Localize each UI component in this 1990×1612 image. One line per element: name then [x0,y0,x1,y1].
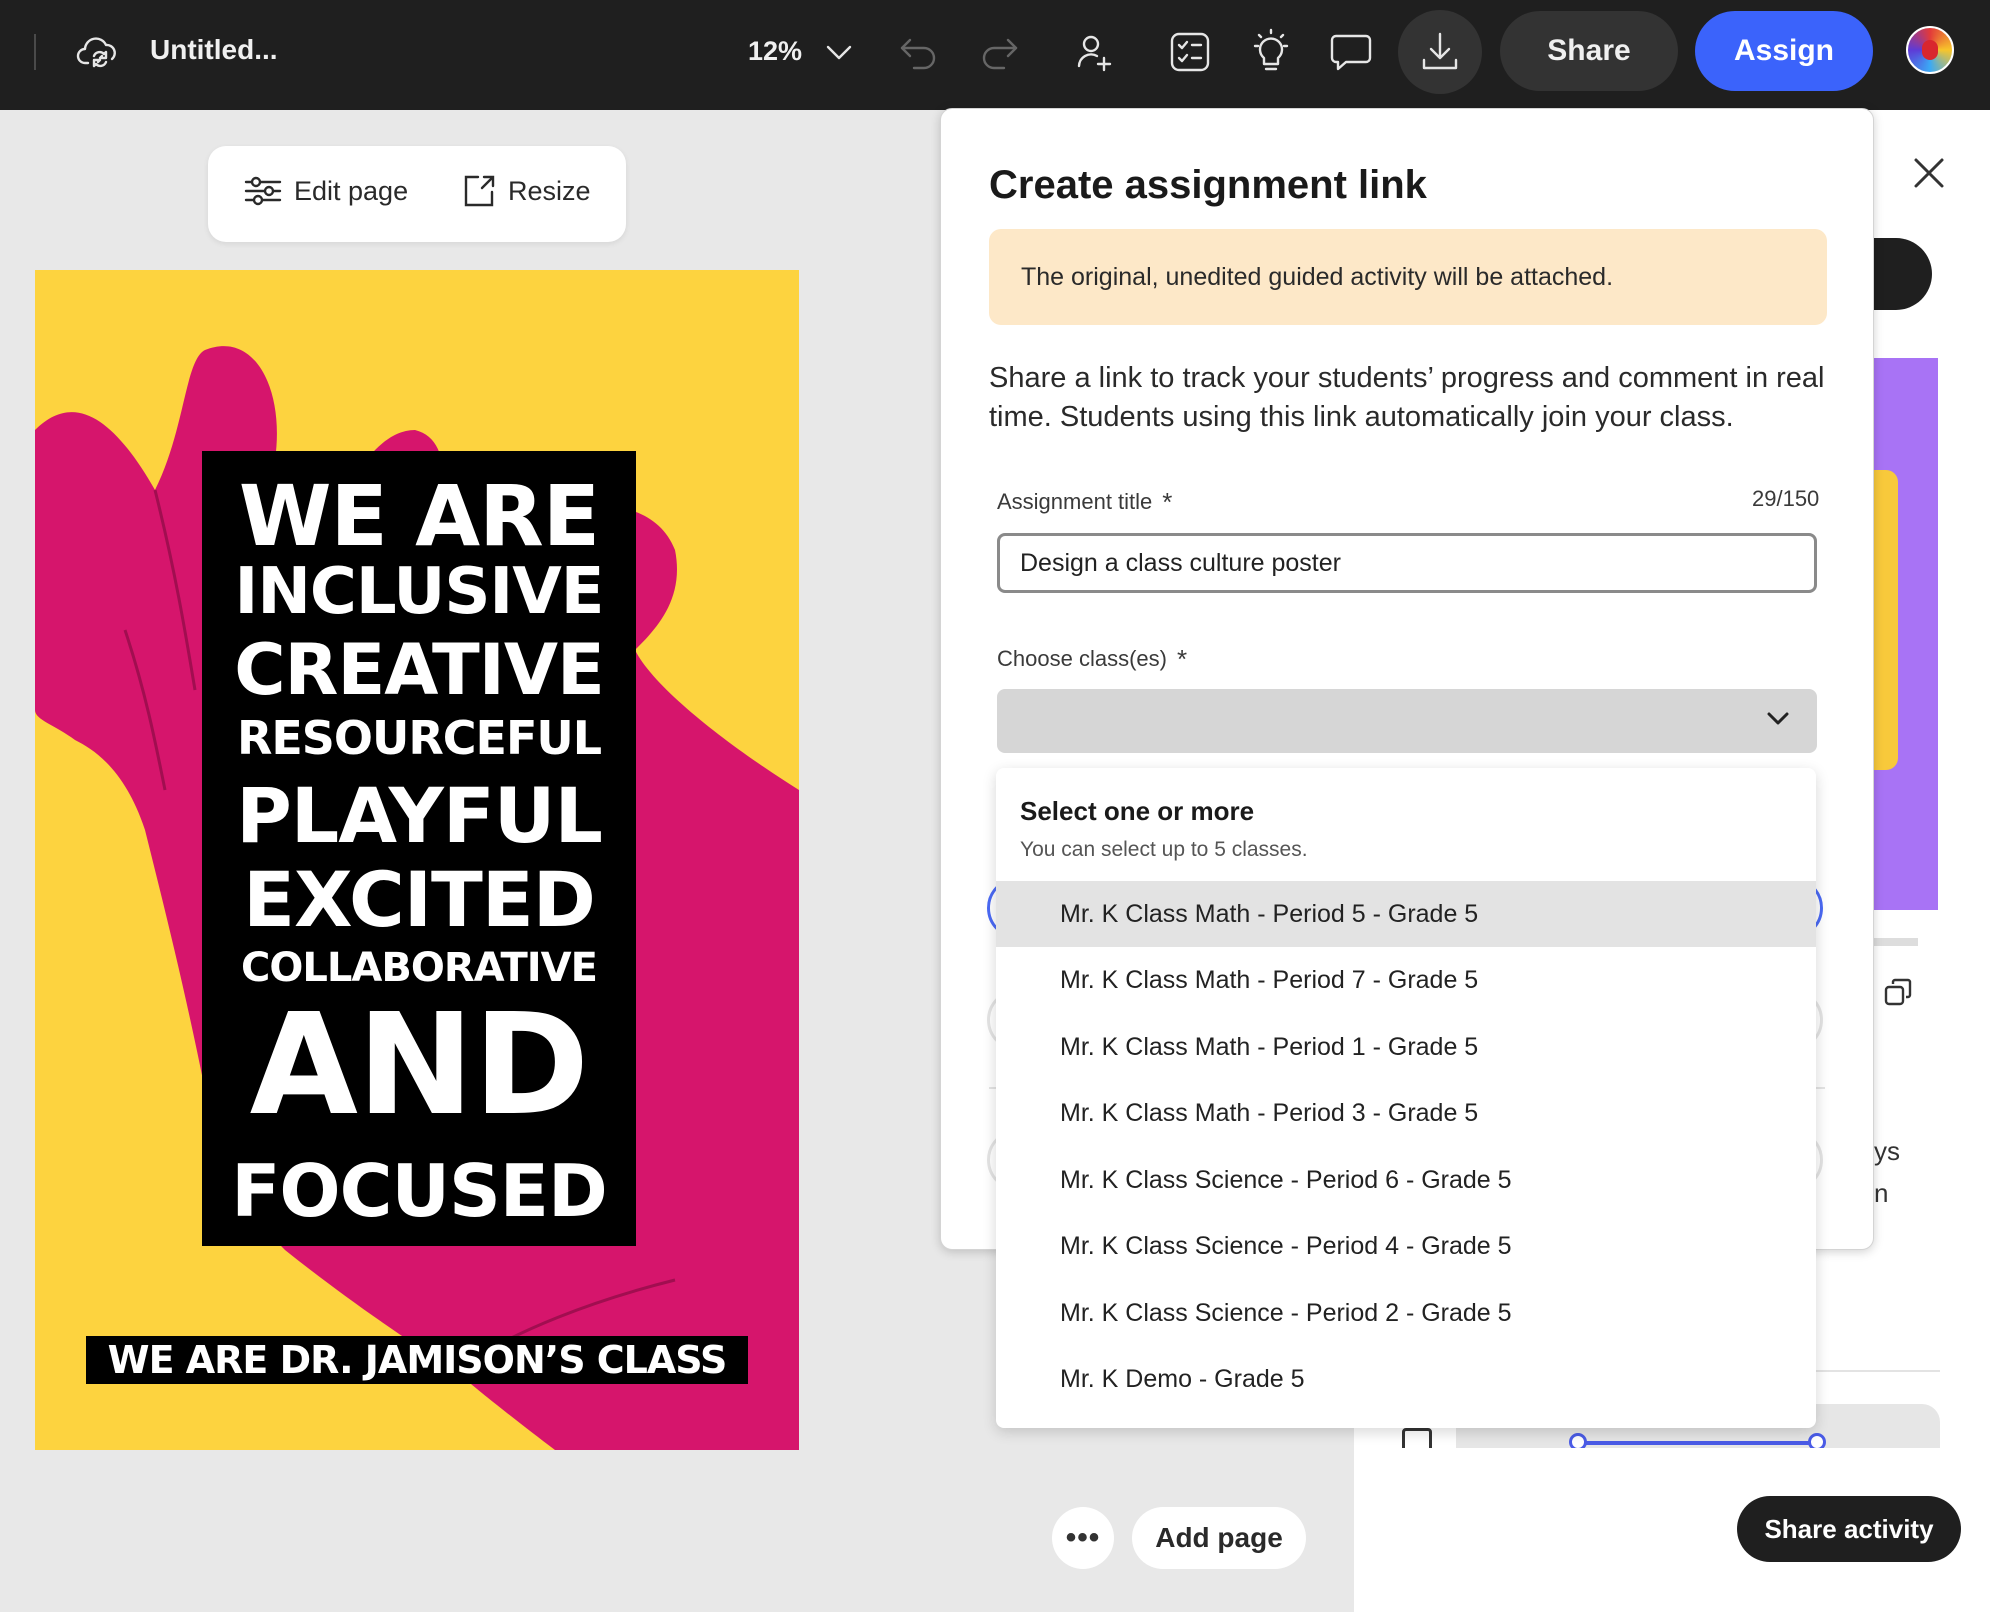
checklist-icon[interactable] [1168,30,1212,74]
required-mark: * [1162,487,1173,517]
undo-icon[interactable] [898,34,938,70]
notice-banner: The original, unedited guided activity w… [989,229,1827,325]
lightbulb-icon[interactable] [1250,28,1292,74]
assignment-title-value: Design a class culture poster [1020,548,1341,577]
class-option[interactable]: Mr. K Class Math - Period 7 - Grade 5 [996,947,1816,1013]
notice-text: The original, unedited guided activity w… [1021,262,1614,291]
dialog-description: Share a link to track your students’ pro… [989,362,1825,433]
resize-button[interactable]: Resize [462,174,591,208]
assignment-title-label: Assignment title * [997,485,1173,517]
redo-icon[interactable] [980,34,1020,70]
assign-button[interactable]: Assign [1695,11,1873,91]
class-option[interactable]: Mr. K Class Math - Period 1 - Grade 5 [996,1014,1816,1080]
edit-page-button[interactable]: Edit page [244,174,408,208]
avatar[interactable] [1906,26,1954,74]
chevron-down-icon [1767,712,1789,725]
share-activity-button[interactable]: Share activity [1737,1496,1961,1562]
choose-classes-label: Choose class(es) * [997,642,1188,674]
poster-page[interactable]: WE ARE INCLUSIVE CREATIVE RESOURCEFUL PL… [35,270,799,1450]
dropdown-heading: Select one or more [1020,796,1255,826]
share-button[interactable]: Share [1500,11,1678,91]
download-icon[interactable] [1420,30,1460,72]
poster-word: PLAYFUL [236,771,603,860]
close-icon[interactable] [1912,156,1946,190]
panel-slider-track[interactable] [1578,1441,1818,1445]
resize-label: Resize [508,175,591,206]
zoom-level[interactable]: 12% [748,36,802,67]
assignment-title-label-text: Assignment title [997,489,1153,514]
dropdown-subtext: You can select up to 5 classes. [1020,838,1308,861]
page-toolbar: Edit page Resize [208,146,626,242]
more-options-button[interactable]: ••• [1052,1507,1114,1569]
add-page-button[interactable]: Add page [1132,1507,1306,1569]
class-option[interactable]: Mr. K Class Math - Period 5 - Grade 5 [996,881,1816,947]
poster-word: RESOURCEFUL [236,711,602,765]
panel-progress-bar [1870,938,1918,946]
poster-word: CREATIVE [234,629,605,711]
top-bar: Untitled... 12% Share Assign [0,0,1990,110]
poster-word-block: WE ARE INCLUSIVE CREATIVE RESOURCEFUL PL… [202,451,636,1246]
poster-word: AND [249,984,590,1147]
class-option[interactable]: Mr. K Class Science - Period 4 - Grade 5 [996,1213,1816,1279]
class-option[interactable]: Mr. K Class Science - Period 2 - Grade 5 [996,1280,1816,1346]
edit-page-label: Edit page [294,175,409,206]
document-title[interactable]: Untitled... [150,34,278,66]
poster-class-banner: WE ARE DR. JAMISON’S CLASS [86,1336,748,1384]
panel-cut-text: n [1874,1178,1889,1208]
assignment-title-input[interactable]: Design a class culture poster [997,533,1817,593]
invite-user-icon[interactable] [1076,32,1112,72]
copy-icon[interactable] [1884,978,1912,1011]
topbar-divider [34,34,36,70]
cloud-sync-icon[interactable] [76,32,120,72]
poster-word: WE ARE [238,467,600,565]
dialog-title: Create assignment link [989,163,1427,207]
sliders-icon [244,176,282,206]
class-select[interactable] [997,689,1817,753]
choose-classes-label-text: Choose class(es) [997,646,1167,671]
required-mark: * [1176,644,1188,674]
poster-word: EXCITED [243,855,596,944]
resize-icon [464,175,495,207]
title-char-counter: 29/150 [1752,486,1820,511]
class-option[interactable]: Mr. K Demo - Grade 5 [996,1346,1816,1412]
panel-cut-text: ys [1874,1136,1900,1166]
class-option[interactable]: Mr. K Class Science - Period 6 - Grade 5 [996,1147,1816,1213]
comment-icon[interactable] [1330,32,1372,72]
chevron-down-icon[interactable] [824,38,854,66]
class-option[interactable]: Mr. K Class Math - Period 3 - Grade 5 [996,1080,1816,1146]
poster-word: FOCUSED [231,1149,608,1233]
poster-word: INCLUSIVE [234,555,605,629]
class-dropdown-menu: Select one or more You can select up to … [996,768,1816,1428]
